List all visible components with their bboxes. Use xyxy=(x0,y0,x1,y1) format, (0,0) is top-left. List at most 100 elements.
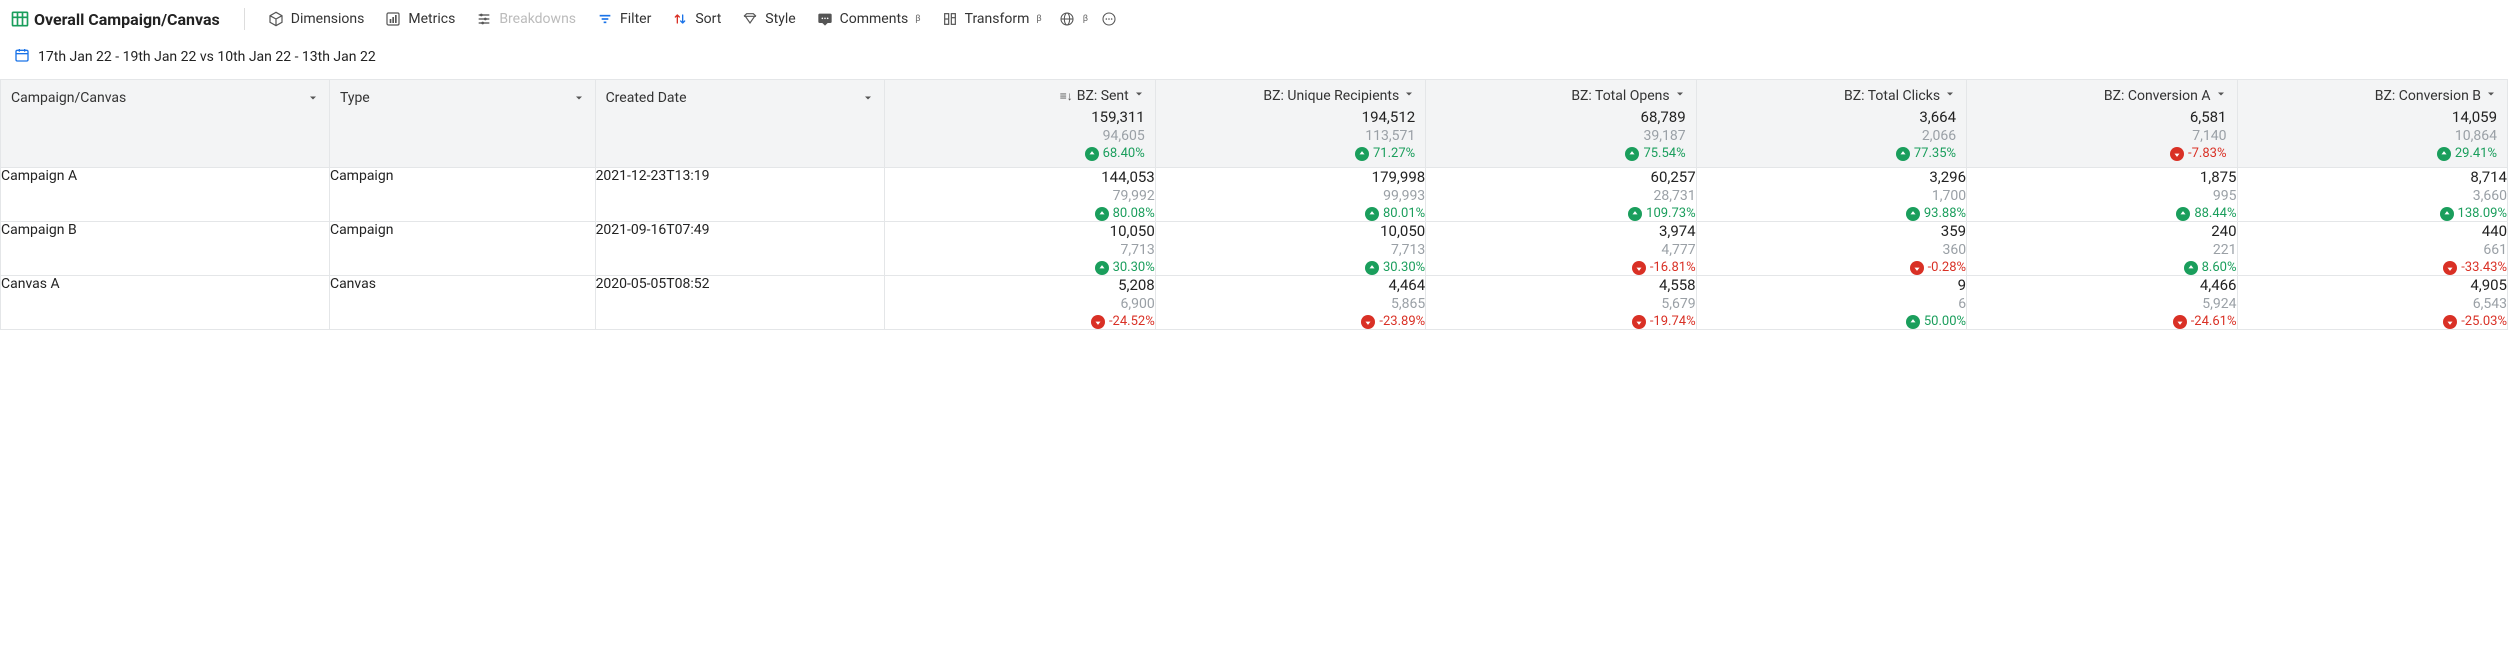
value-previous: 5,924 xyxy=(1967,296,2236,312)
total-current: 3,664 xyxy=(1707,108,1956,126)
cell-metric-1: 4,4645,865-23.89% xyxy=(1155,276,1425,330)
toolbar-item-label: Transform xyxy=(965,11,1030,27)
cell-dim-2: 2021-09-16T07:49 xyxy=(595,222,885,276)
total-previous: 94,605 xyxy=(895,128,1144,144)
value-change: -24.61% xyxy=(1967,314,2236,329)
filter-icon xyxy=(596,10,614,28)
value-current: 9 xyxy=(1697,276,1966,294)
total-change: 75.54% xyxy=(1436,146,1685,161)
column-header-metric-5[interactable]: BZ: Conversion B 14,05910,86429.41% xyxy=(2237,80,2508,168)
value-previous: 221 xyxy=(1967,242,2236,258)
beta-badge: β xyxy=(1083,14,1088,24)
toolbar-item-comments[interactable]: Comments β xyxy=(806,6,931,32)
column-header-metric-2[interactable]: BZ: Total Opens 68,78939,18775.54% xyxy=(1426,80,1696,168)
column-label: Created Date xyxy=(606,90,687,106)
metrics-icon xyxy=(384,10,402,28)
toolbar: Overall Campaign/Canvas DimensionsMetric… xyxy=(0,0,2508,39)
date-range-row[interactable]: 17th Jan 22 - 19th Jan 22 vs 10th Jan 22… xyxy=(0,39,2508,79)
value-change: 30.30% xyxy=(1156,260,1425,275)
column-label: Type xyxy=(340,90,370,106)
value-current: 60,257 xyxy=(1426,168,1695,186)
toolbar-item-globe[interactable]: β xyxy=(1052,6,1094,32)
toolbar-item-sort[interactable]: Sort xyxy=(661,6,731,32)
column-header-dim-1[interactable]: Type xyxy=(329,80,595,168)
value-previous: 7,713 xyxy=(1156,242,1425,258)
total-current: 194,512 xyxy=(1166,108,1415,126)
beta-badge: β xyxy=(1036,14,1041,24)
value-current: 5,208 xyxy=(885,276,1154,294)
value-previous: 6,900 xyxy=(885,296,1154,312)
table-row: Campaign ACampaign2021-12-23T13:19144,05… xyxy=(1,168,2508,222)
column-header-metric-0[interactable]: ≡↓ BZ: Sent 159,31194,60568.40% xyxy=(885,80,1155,168)
column-header-dim-0[interactable]: Campaign/Canvas xyxy=(1,80,330,168)
cell-metric-2: 4,5585,679-19.74% xyxy=(1426,276,1696,330)
column-label: BZ: Conversion A xyxy=(2104,88,2211,104)
cell-dim-0: Canvas A xyxy=(1,276,330,330)
toolbar-item-transform[interactable]: Transform β xyxy=(931,6,1052,32)
data-table: Campaign/CanvasTypeCreated Date≡↓ BZ: Se… xyxy=(0,79,2508,330)
total-previous: 113,571 xyxy=(1166,128,1415,144)
total-change: 77.35% xyxy=(1707,146,1956,161)
sort-desc-icon: ≡↓ xyxy=(1060,89,1073,103)
value-current: 4,466 xyxy=(1967,276,2236,294)
value-current: 4,905 xyxy=(2238,276,2508,294)
value-previous: 5,865 xyxy=(1156,296,1425,312)
value-previous: 661 xyxy=(2238,242,2508,258)
chevron-down-icon xyxy=(2215,88,2227,104)
chevron-down-icon xyxy=(1133,88,1145,104)
value-change: 93.88% xyxy=(1697,206,1966,221)
column-header-metric-1[interactable]: BZ: Unique Recipients 194,512113,57171.2… xyxy=(1155,80,1425,168)
value-change: 8.60% xyxy=(1967,260,2236,275)
toolbar-item-label: Breakdowns xyxy=(499,11,576,27)
value-current: 3,974 xyxy=(1426,222,1695,240)
cell-metric-5: 440 661 -33.43% xyxy=(2237,222,2508,276)
divider xyxy=(244,8,245,30)
calendar-icon xyxy=(14,47,30,67)
toolbar-item-more[interactable] xyxy=(1094,6,1124,32)
toolbar-item-label: Filter xyxy=(620,11,651,27)
toolbar-item-style[interactable]: Style xyxy=(731,6,805,32)
cell-metric-3: 9 6 50.00% xyxy=(1696,276,1966,330)
toolbar-item-metrics[interactable]: Metrics xyxy=(374,6,465,32)
total-previous: 2,066 xyxy=(1707,128,1956,144)
cell-dim-0: Campaign B xyxy=(1,222,330,276)
more-icon xyxy=(1100,10,1118,28)
value-previous: 6 xyxy=(1697,296,1966,312)
value-previous: 5,679 xyxy=(1426,296,1695,312)
value-previous: 3,660 xyxy=(2238,188,2508,204)
value-previous: 995 xyxy=(1967,188,2236,204)
value-current: 3,296 xyxy=(1697,168,1966,186)
cell-dim-1: Campaign xyxy=(329,222,595,276)
total-change: 68.40% xyxy=(895,146,1144,161)
total-current: 6,581 xyxy=(1977,108,2226,126)
value-change: 50.00% xyxy=(1697,314,1966,329)
cell-metric-3: 359360-0.28% xyxy=(1696,222,1966,276)
beta-badge: β xyxy=(915,14,920,24)
toolbar-item-cube[interactable]: Dimensions xyxy=(257,6,375,32)
column-header-dim-2[interactable]: Created Date xyxy=(595,80,885,168)
cube-icon xyxy=(267,10,285,28)
value-previous: 99,993 xyxy=(1156,188,1425,204)
cell-metric-1: 179,99899,99380.01% xyxy=(1155,168,1425,222)
cell-metric-3: 3,2961,70093.88% xyxy=(1696,168,1966,222)
total-previous: 7,140 xyxy=(1977,128,2226,144)
transform-icon xyxy=(941,10,959,28)
column-header-metric-3[interactable]: BZ: Total Clicks 3,6642,06677.35% xyxy=(1696,80,1966,168)
style-icon xyxy=(741,10,759,28)
chevron-down-icon xyxy=(862,92,874,108)
value-current: 4,558 xyxy=(1426,276,1695,294)
cell-dim-0: Campaign A xyxy=(1,168,330,222)
toolbar-item-filter[interactable]: Filter xyxy=(586,6,661,32)
column-label: BZ: Total Opens xyxy=(1571,88,1669,104)
cell-metric-1: 10,0507,71330.30% xyxy=(1155,222,1425,276)
value-current: 1,875 xyxy=(1967,168,2236,186)
value-current: 440 xyxy=(2238,222,2508,240)
toolbar-item-label: Comments xyxy=(840,11,909,27)
cell-metric-5: 4,9056,543-25.03% xyxy=(2237,276,2508,330)
column-header-metric-4[interactable]: BZ: Conversion A 6,5817,140-7.83% xyxy=(1967,80,2237,168)
page-title: Overall Campaign/Canvas xyxy=(34,10,232,29)
total-change: 29.41% xyxy=(2248,146,2498,161)
globe-icon xyxy=(1058,10,1076,28)
value-change: -33.43% xyxy=(2238,260,2508,275)
value-change: 80.08% xyxy=(885,206,1154,221)
